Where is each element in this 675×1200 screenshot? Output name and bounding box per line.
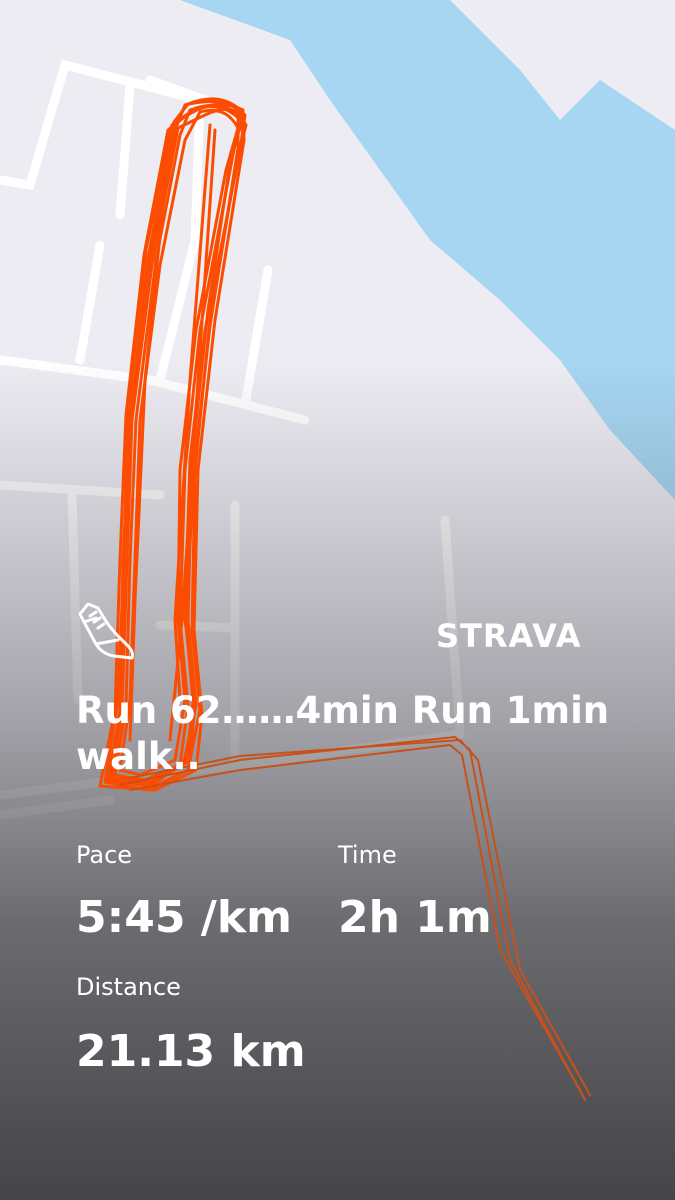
time-value: 2h 1m [338, 892, 492, 943]
distance-label: Distance [76, 973, 181, 1001]
shoe-icon [78, 602, 134, 660]
strava-share-card: STRAVA Run 62……4min Run 1min walk.. Pace… [0, 0, 675, 1200]
pace-label: Pace [76, 841, 133, 869]
route-loop [98, 97, 248, 792]
strava-logo: STRAVA [436, 617, 582, 655]
activity-title: Run 62……4min Run 1min walk.. [76, 689, 610, 778]
time-label: Time [338, 841, 397, 869]
pace-value: 5:45 /km [76, 892, 292, 943]
distance-value: 21.13 km [76, 1026, 306, 1077]
